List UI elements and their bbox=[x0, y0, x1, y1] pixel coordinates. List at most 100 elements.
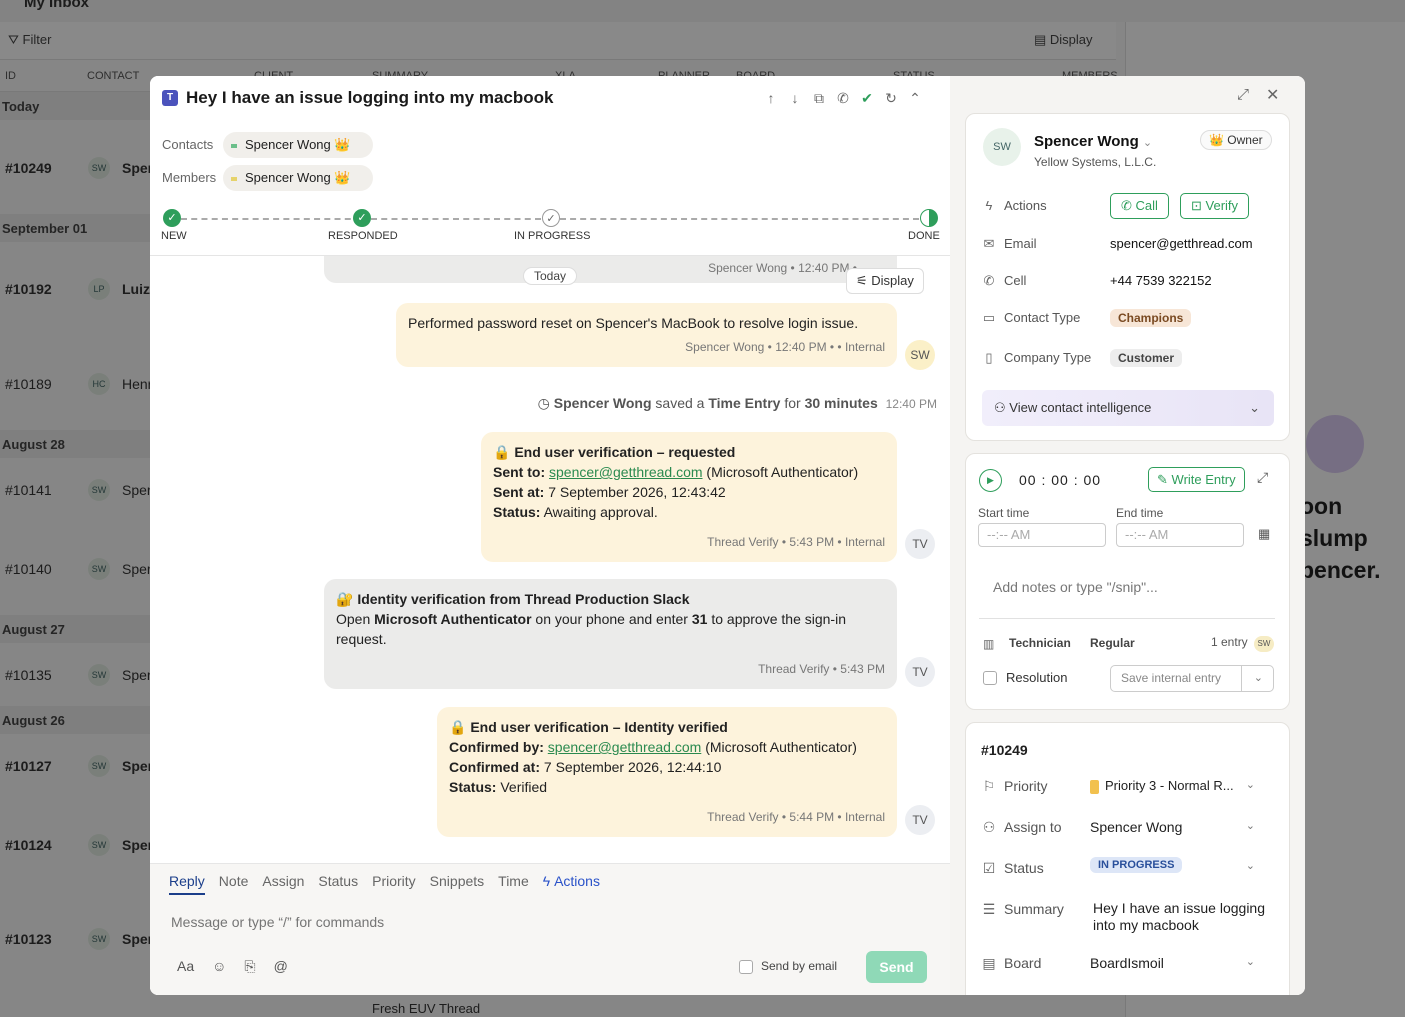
avatar: TV bbox=[905, 529, 935, 559]
status-progress: ✓ ✓ ✓ NEW RESPONDED IN PROGRESS DONE bbox=[150, 204, 950, 256]
summary-label-text: Summary bbox=[1004, 901, 1064, 917]
refresh-icon[interactable]: ↻ bbox=[882, 88, 900, 108]
assign-label-text: Assign to bbox=[1004, 819, 1062, 835]
field-value: 7 September 2026, 12:43:42 bbox=[548, 484, 726, 500]
tab-note[interactable]: Note bbox=[219, 873, 249, 895]
member-chip[interactable]: Spencer Wong 👑 bbox=[223, 165, 373, 191]
tab-status[interactable]: Status bbox=[318, 873, 358, 895]
tab-actions[interactable]: ϟ Actions bbox=[543, 873, 600, 895]
priority-value: Priority 3 - Normal R... bbox=[1105, 778, 1234, 793]
ticket-details-card: #10249 ⚐ Priority Priority 3 - Normal R..… bbox=[965, 722, 1290, 995]
avatar: TV bbox=[905, 805, 935, 835]
save-internal-entry-button[interactable]: Save internal entry ⌄ bbox=[1110, 665, 1274, 692]
send-by-email-checkbox[interactable] bbox=[739, 959, 753, 974]
message-input[interactable] bbox=[171, 914, 771, 930]
board-label: ▤ Board bbox=[982, 955, 1041, 972]
arrow-up-icon[interactable]: ↑ bbox=[762, 88, 780, 108]
view-contact-intelligence-button[interactable]: ⚇ View contact intelligence ⌄ bbox=[982, 390, 1274, 426]
company-type-badge[interactable]: Customer bbox=[1110, 349, 1183, 367]
flag-icon: ⚐ bbox=[982, 778, 996, 794]
email-value[interactable]: spencer@getthread.com bbox=[1110, 236, 1253, 251]
message-title: 🔒 End user verification – requested bbox=[493, 444, 736, 460]
work-type-select[interactable]: Regular bbox=[1090, 636, 1135, 650]
close-icon[interactable]: ✕ bbox=[1266, 85, 1279, 105]
step-new-check-icon[interactable]: ✓ bbox=[163, 209, 181, 227]
message-thread[interactable]: Spencer Wong • 12:40 PM • Today ⚟ Displa… bbox=[150, 256, 950, 863]
arrow-down-icon[interactable]: ↓ bbox=[786, 88, 804, 108]
lock-icon: ⊡ bbox=[1191, 198, 1202, 213]
chevron-down-icon[interactable]: ⌄ bbox=[1254, 666, 1263, 691]
step-label: RESPONDED bbox=[328, 230, 398, 242]
ticket-toolbar: ↑ ↓ ⧉ ✆ ✔ ↻ ⌃ bbox=[762, 88, 924, 108]
phone-icon[interactable]: ✆ bbox=[834, 88, 852, 108]
call-button[interactable]: ✆ Call bbox=[1110, 193, 1169, 219]
time-notes-input[interactable]: Add notes or type "/snip"... bbox=[993, 579, 1158, 595]
ticket-modal: T Hey I have an issue logging into my ma… bbox=[150, 76, 1305, 995]
status-select[interactable]: IN PROGRESS ⌄ bbox=[1090, 856, 1265, 880]
calendar-icon[interactable]: ▦ bbox=[1258, 526, 1270, 542]
progress-connector bbox=[560, 218, 919, 220]
tab-priority[interactable]: Priority bbox=[372, 873, 416, 895]
list-icon: ☰ bbox=[982, 901, 996, 917]
expand-icon[interactable]: ⤢ bbox=[1257, 469, 1268, 486]
priority-flag-icon bbox=[1090, 779, 1099, 794]
entries-count: 1 entry bbox=[1211, 635, 1248, 649]
ticket-conversation-pane: T Hey I have an issue logging into my ma… bbox=[150, 76, 950, 995]
time-entry-verb: saved a bbox=[655, 395, 705, 411]
field-value: 7 September 2026, 12:44:10 bbox=[543, 759, 722, 775]
thread-display-button[interactable]: ⚟ Display bbox=[846, 268, 924, 294]
mention-icon[interactable]: @ bbox=[274, 958, 288, 975]
mail-icon: ✉ bbox=[983, 236, 995, 251]
internal-note-message: Performed password reset on Spencer's Ma… bbox=[396, 303, 897, 367]
collapse-icon[interactable]: ⌃ bbox=[906, 88, 924, 108]
write-entry-button[interactable]: ✎ Write Entry bbox=[1148, 467, 1245, 492]
time-entry-event: ◷ Spencer Wong saved a Time Entry for 30… bbox=[538, 395, 937, 412]
edit-icon: ✎ bbox=[1157, 472, 1168, 487]
attachment-icon[interactable]: ⎘ bbox=[244, 958, 255, 975]
email-link[interactable]: spencer@getthread.com bbox=[548, 739, 702, 755]
avatar: SW bbox=[905, 340, 935, 370]
resolution-checkbox[interactable] bbox=[983, 671, 997, 685]
priority-label-text: Priority bbox=[1004, 778, 1048, 794]
contact-name-text: Spencer Wong bbox=[1034, 133, 1139, 150]
copy-icon[interactable]: ⧉ bbox=[810, 88, 828, 108]
email-link[interactable]: spencer@getthread.com bbox=[549, 464, 703, 480]
text-format-icon[interactable]: Aa bbox=[177, 958, 194, 975]
start-time-input[interactable]: --:-- AM bbox=[978, 523, 1106, 547]
step-label: NEW bbox=[161, 230, 187, 242]
board-value: BoardIsmoil bbox=[1090, 955, 1164, 971]
step-in-progress-check-icon[interactable]: ✓ bbox=[542, 209, 560, 227]
cell-value[interactable]: +44 7539 322152 bbox=[1110, 273, 1212, 288]
send-button[interactable]: Send bbox=[866, 951, 927, 983]
board-select[interactable]: BoardIsmoil ⌄ bbox=[1090, 955, 1265, 971]
end-time-input[interactable]: --:-- AM bbox=[1116, 523, 1244, 547]
step-label: DONE bbox=[908, 230, 940, 242]
tab-reply[interactable]: Reply bbox=[169, 873, 205, 895]
notification-check-icon[interactable]: ✔ bbox=[858, 88, 876, 108]
emoji-icon[interactable]: ☺ bbox=[212, 958, 226, 975]
contact-chip[interactable]: Spencer Wong 👑 bbox=[223, 132, 373, 158]
thread-display-label: Display bbox=[871, 273, 914, 288]
tab-time[interactable]: Time bbox=[498, 873, 529, 895]
folder-icon: ▭ bbox=[982, 310, 996, 325]
chevron-down-icon: ⌄ bbox=[1142, 137, 1153, 149]
field-label: Status: bbox=[449, 779, 497, 795]
board-icon: ▤ bbox=[982, 955, 996, 971]
priority-select[interactable]: Priority 3 - Normal R... ⌄ bbox=[1090, 778, 1265, 794]
send-by-email-toggle[interactable]: Send by email bbox=[739, 959, 837, 974]
step-done-icon[interactable] bbox=[920, 209, 938, 227]
message-text: on your phone and enter bbox=[535, 611, 688, 627]
step-responded-check-icon[interactable]: ✓ bbox=[353, 209, 371, 227]
contact-name[interactable]: Spencer Wong ⌄ bbox=[1034, 133, 1152, 150]
contact-type-badge[interactable]: Champions bbox=[1110, 309, 1192, 327]
tab-snippets[interactable]: Snippets bbox=[430, 873, 484, 895]
summary-value[interactable]: Hey I have an issue logging into my macb… bbox=[1093, 900, 1273, 934]
chevron-down-icon: ⌄ bbox=[1249, 400, 1260, 415]
tab-assign[interactable]: Assign bbox=[262, 873, 304, 895]
verify-button[interactable]: ⊡ Verify bbox=[1180, 193, 1250, 219]
assign-select[interactable]: Spencer Wong ⌄ bbox=[1090, 819, 1265, 835]
expand-icon[interactable]: ⤢ bbox=[1237, 86, 1249, 103]
owner-badge: 👑 Owner bbox=[1200, 130, 1272, 150]
play-icon[interactable]: ▶ bbox=[979, 469, 1002, 492]
time-entry-user: Spencer Wong bbox=[553, 395, 652, 411]
